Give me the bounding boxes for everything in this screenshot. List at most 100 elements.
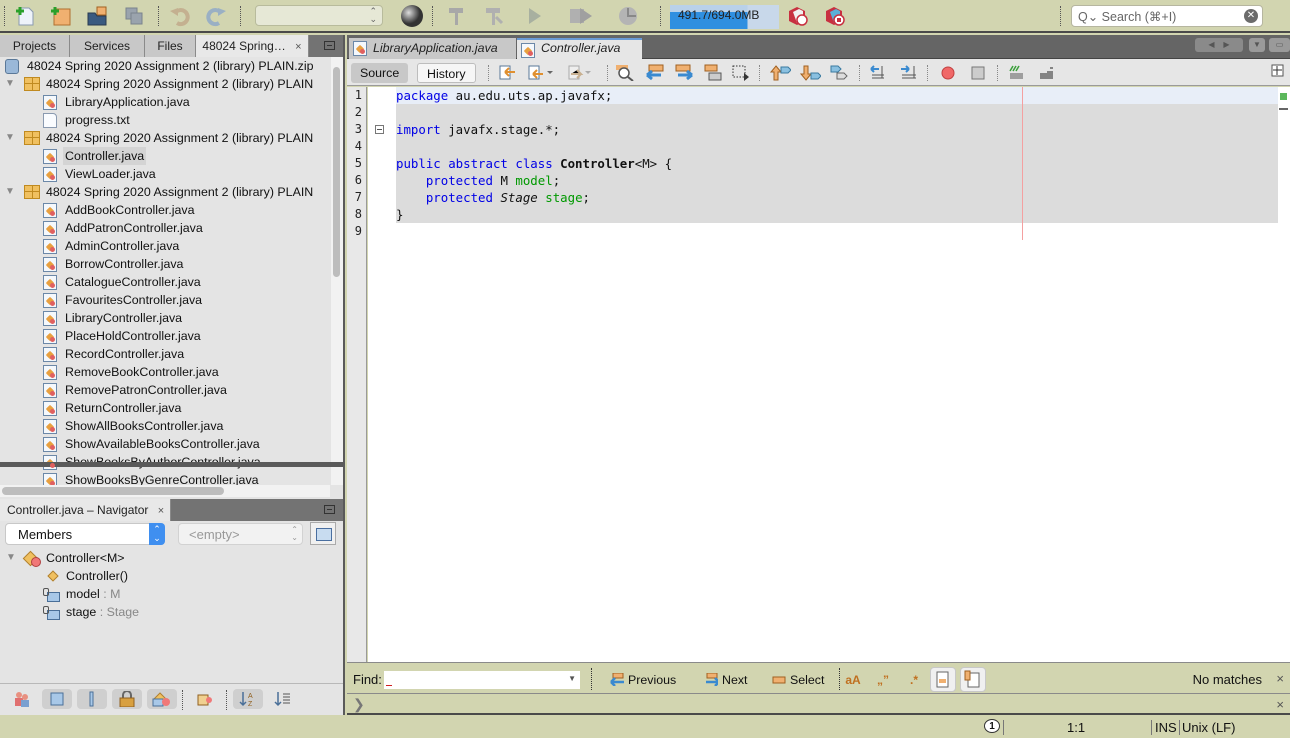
- sort-by-source-button[interactable]: [268, 689, 298, 709]
- garbage-collect-button[interactable]: [786, 5, 810, 27]
- find-selection-button[interactable]: [615, 64, 635, 82]
- line-number[interactable]: 8: [347, 206, 366, 223]
- build-button[interactable]: [445, 5, 469, 27]
- tab-services[interactable]: Services: [70, 35, 145, 57]
- tab-navigator[interactable]: Controller.java – Navigator ×: [0, 499, 171, 521]
- find-history-dropdown-icon[interactable]: ▼: [568, 674, 576, 683]
- redo-button[interactable]: [204, 5, 228, 27]
- find-input[interactable]: ▼: [384, 671, 580, 689]
- tree-item[interactable]: PlaceHoldController.java: [0, 327, 330, 345]
- match-case-toggle[interactable]: aA: [842, 670, 864, 690]
- new-project-button[interactable]: [48, 5, 72, 27]
- tree-item[interactable]: ReturnController.java: [0, 399, 330, 417]
- tree-item[interactable]: 48024 Spring 2020 Assignment 2 (library)…: [0, 57, 330, 75]
- tree-item[interactable]: RemoveBookController.java: [0, 363, 330, 381]
- find-previous-button[interactable]: Previous: [610, 671, 676, 689]
- tree-item[interactable]: AddPatronController.java: [0, 219, 330, 237]
- tab-libraryapplication-java[interactable]: LibraryApplication.java ×: [349, 38, 516, 69]
- line-number[interactable]: 4: [347, 138, 366, 155]
- tree-item[interactable]: CatalogueController.java: [0, 273, 330, 291]
- nav-item-constructor[interactable]: Controller(): [0, 567, 343, 585]
- find-next-button[interactable]: [674, 64, 694, 81]
- browser-button[interactable]: [400, 5, 424, 27]
- show-fields-button[interactable]: [42, 689, 72, 709]
- debug-button[interactable]: [568, 5, 592, 27]
- split-editor-button[interactable]: [1271, 64, 1290, 81]
- history-view-button[interactable]: History: [417, 63, 476, 83]
- find-previous-button[interactable]: [645, 64, 665, 81]
- tree-item[interactable]: ShowBooksByGenreController.java: [0, 471, 330, 485]
- toggle-bookmark-button[interactable]: [829, 64, 849, 81]
- tree-item[interactable]: progress.txt: [0, 111, 330, 129]
- close-output-icon[interactable]: ×: [1276, 697, 1284, 712]
- expand-triangle-icon[interactable]: ▼: [5, 75, 15, 93]
- close-tab-icon[interactable]: ×: [158, 505, 164, 517]
- maximize-window-button[interactable]: ▭: [1269, 38, 1290, 52]
- show-static-button[interactable]: [77, 689, 107, 709]
- clear-search-icon[interactable]: ✕: [1244, 9, 1258, 23]
- line-endings[interactable]: Unix (LF): [1182, 720, 1235, 735]
- tree-item[interactable]: ▼ 48024 Spring 2020 Assignment 2 (library…: [0, 183, 330, 201]
- expand-triangle-icon[interactable]: ▼: [5, 183, 15, 201]
- members-filter-select[interactable]: Members ⌃ ⌄: [5, 523, 165, 545]
- tree-item[interactable]: ShowAllBooksController.java: [0, 417, 330, 435]
- nav-item-field[interactable]: stage : Stage: [0, 603, 343, 621]
- configuration-combo[interactable]: ⌃ ⌄: [255, 5, 383, 26]
- line-number[interactable]: 3: [347, 121, 366, 138]
- show-inherited-button[interactable]: [7, 689, 37, 709]
- source-view-button[interactable]: Source: [351, 63, 409, 83]
- close-find-bar-icon[interactable]: ×: [1276, 671, 1284, 686]
- back-button[interactable]: [527, 64, 553, 81]
- insert-mode[interactable]: INS: [1155, 720, 1177, 735]
- line-number[interactable]: 5: [347, 155, 366, 172]
- whole-words-toggle[interactable]: „”: [872, 670, 894, 690]
- show-fqn-button[interactable]: [190, 689, 220, 709]
- tree-item[interactable]: LibraryApplication.java: [0, 93, 330, 111]
- fold-toggle-icon[interactable]: [375, 125, 384, 134]
- find-next-button[interactable]: Next: [704, 671, 747, 689]
- toggle-highlight-button[interactable]: [703, 64, 723, 81]
- regex-toggle[interactable]: .*: [903, 670, 925, 690]
- new-file-button[interactable]: [13, 5, 37, 27]
- navigator-layout-button[interactable]: [310, 522, 336, 545]
- tab-files[interactable]: Files: [145, 35, 196, 57]
- memory-indicator[interactable]: 491.7/694.0MB: [670, 5, 779, 29]
- tree-item[interactable]: BorrowController.java: [0, 255, 330, 273]
- scope-select[interactable]: <empty> ⌃ ⌄: [178, 523, 303, 545]
- next-bookmark-button[interactable]: [799, 64, 822, 81]
- scroll-tabs-buttons[interactable]: ◀ ▶: [1195, 38, 1243, 52]
- search-input[interactable]: Q⌄ Search (⌘+I) ✕: [1071, 5, 1263, 27]
- tab-project-files[interactable]: 48024 Spring… ×: [196, 35, 309, 57]
- tree-item[interactable]: ▼ 48024 Spring 2020 Assignment 2 (library…: [0, 129, 330, 147]
- start-macro-recording-button[interactable]: [939, 64, 959, 81]
- project-tree-horizontal-scrollbar[interactable]: [0, 485, 330, 497]
- undo-button[interactable]: [168, 5, 192, 27]
- line-number[interactable]: 2: [347, 104, 366, 121]
- sort-by-name-button[interactable]: AZ: [233, 689, 263, 709]
- line-number[interactable]: 7: [347, 189, 366, 206]
- rectangular-selection-button[interactable]: [731, 64, 751, 81]
- nav-item-field[interactable]: model : M: [0, 585, 343, 603]
- show-inner-classes-button[interactable]: [147, 689, 177, 709]
- tree-item[interactable]: AdminController.java: [0, 237, 330, 255]
- tree-item[interactable]: ViewLoader.java: [0, 165, 330, 183]
- line-number[interactable]: 6: [347, 172, 366, 189]
- uncomment-button[interactable]: [1037, 64, 1057, 81]
- notifications-icon[interactable]: 1: [984, 719, 1000, 733]
- close-tab-icon[interactable]: ×: [295, 41, 301, 53]
- tree-item[interactable]: RecordController.java: [0, 345, 330, 363]
- expand-triangle-icon[interactable]: ▼: [5, 129, 15, 147]
- tree-item[interactable]: ShowAvailableBooksController.java: [0, 435, 330, 453]
- tree-item[interactable]: LibraryController.java: [0, 309, 330, 327]
- tab-controller-java[interactable]: Controller.java ×: [517, 38, 642, 69]
- line-number[interactable]: 9: [347, 223, 366, 240]
- tree-item[interactable]: AddBookController.java: [0, 201, 330, 219]
- tree-item[interactable]: FavouritesController.java: [0, 291, 330, 309]
- last-edit-button[interactable]: [497, 64, 517, 81]
- forward-button[interactable]: [565, 64, 591, 81]
- tab-projects[interactable]: Projects: [0, 35, 70, 57]
- tab-list-dropdown[interactable]: ▼: [1249, 38, 1265, 52]
- highlight-results-toggle[interactable]: [930, 667, 956, 692]
- select-all-matches-button[interactable]: Select: [772, 671, 824, 689]
- previous-bookmark-button[interactable]: [769, 64, 792, 81]
